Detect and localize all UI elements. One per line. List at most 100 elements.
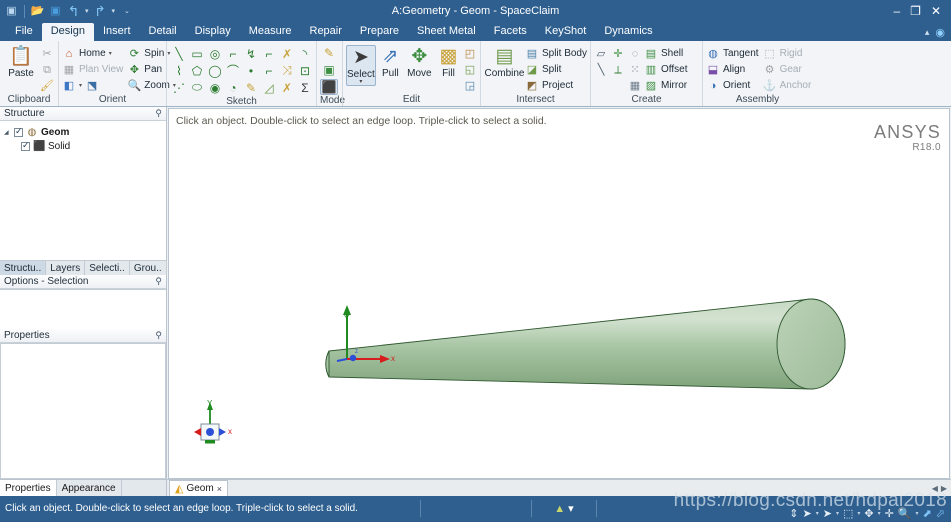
rectangle-icon[interactable]: ▭ (188, 45, 206, 62)
corner-arc-icon[interactable]: ⌐ (260, 62, 278, 79)
equation-icon[interactable]: Σ (296, 79, 314, 96)
structure-pin-icon[interactable]: ⚲ (155, 108, 162, 119)
polygon-icon[interactable]: ⬠ (188, 62, 206, 79)
slot-icon[interactable]: ⬭ (188, 79, 206, 96)
select-arrow2-dropdown-icon[interactable]: ▾ (836, 510, 839, 517)
solid-mode-icon[interactable]: ⬛ (320, 79, 338, 95)
options-pin-icon[interactable]: ⚲ (155, 276, 162, 287)
tab-sheet-metal[interactable]: Sheet Metal (408, 23, 485, 41)
select-arrow-icon[interactable]: ➤ (803, 507, 812, 520)
app-icon[interactable]: ▣ (4, 4, 19, 19)
redo-icon[interactable]: ↱ (93, 4, 108, 19)
shell-button[interactable]: ▤ Shell (644, 46, 688, 61)
pan-status-icon[interactable]: ✥ (864, 507, 873, 520)
spline-icon[interactable]: ↯ (242, 45, 260, 62)
trim-icon[interactable]: ✗ (278, 45, 296, 62)
pull-button[interactable]: ⇗ Pull (376, 45, 405, 79)
view-cube-button[interactable]: ◧ ▾ ⬔ (62, 78, 123, 93)
view-cube-dropdown-icon[interactable]: ▾ (79, 82, 82, 89)
tab-display[interactable]: Display (186, 23, 240, 41)
edit-sketch-icon[interactable]: ✎ (242, 79, 260, 96)
bottom-tab-properties[interactable]: Properties (0, 480, 57, 496)
select-arrow-dropdown-icon[interactable]: ▾ (816, 510, 819, 517)
units-warning-icon[interactable]: ▲ (554, 503, 565, 515)
tab-repair[interactable]: Repair (301, 23, 351, 41)
line-icon[interactable]: ╲ (170, 45, 188, 62)
expander-icon[interactable]: ◢ (4, 129, 11, 136)
spin-status-icon[interactable]: ⇕ (789, 507, 798, 520)
home-dropdown-icon[interactable]: ▾ (109, 50, 112, 57)
dock-tab-layers[interactable]: Layers (46, 261, 86, 275)
cylinder-model[interactable] (169, 109, 949, 479)
properties-pin-icon[interactable]: ⚲ (155, 330, 162, 341)
dock-tab-groups[interactable]: Grou.. (130, 261, 167, 275)
fill-button[interactable]: ▩ Fill (434, 45, 463, 79)
dock-tab-selection[interactable]: Selecti.. (85, 261, 130, 275)
tree-node-solid[interactable]: ⬛ Solid (4, 139, 166, 153)
plane-button[interactable]: ▱ (594, 46, 608, 61)
orient-assembly-button[interactable]: ◑ Orient (706, 78, 759, 93)
tab-prepare[interactable]: Prepare (351, 23, 408, 41)
copy-button[interactable]: ⧉ (40, 62, 54, 77)
select-arrow2-icon[interactable]: ➤ (823, 507, 832, 520)
pan-status-dropdown-icon[interactable]: ▾ (878, 510, 881, 517)
collapse-ribbon-icon[interactable]: ▴ (925, 27, 930, 38)
properties-grid[interactable] (0, 344, 166, 479)
pattern-circular-button[interactable]: ◌ (628, 46, 642, 61)
point-icon[interactable]: • (242, 62, 260, 79)
box-select-icon[interactable]: ⬚ (843, 507, 853, 520)
circle-icon[interactable]: ◎ (206, 45, 224, 62)
open-icon[interactable]: 📂 (30, 4, 45, 19)
graphics-viewport[interactable]: Click an object. Double-click to select … (168, 108, 950, 479)
rigid-button[interactable]: ⬚ Rigid (763, 46, 812, 61)
zoom-status-icon[interactable]: 🔍 (898, 507, 912, 520)
edit-extra-2-button[interactable]: ◱ (463, 62, 477, 77)
split-button[interactable]: ◪ Split (525, 62, 587, 77)
point-origin-button[interactable]: ✛ (611, 46, 625, 61)
fit-status-icon[interactable]: ⬈ (923, 507, 932, 520)
ellipse-center-icon[interactable]: ◉ (206, 79, 224, 96)
arc-icon[interactable]: ⌒ (224, 62, 242, 79)
axis-line-button[interactable]: ╲ (594, 62, 608, 77)
tangent-arc-icon[interactable]: ⌐ (224, 45, 242, 62)
plan-view-button[interactable]: ▦ Plan View (62, 62, 124, 77)
gear-button[interactable]: ⚙ Gear (763, 62, 812, 77)
tab-insert[interactable]: Insert (94, 23, 140, 41)
tab-detail[interactable]: Detail (140, 23, 186, 41)
help-icon[interactable]: ◉ (935, 26, 945, 39)
sweep-arc-icon[interactable]: ◝ (296, 45, 314, 62)
view-triad-widget[interactable] (185, 391, 255, 453)
offset-button[interactable]: ▥ Offset (644, 62, 688, 77)
tab-scroll-right-icon[interactable]: ▶ (941, 484, 947, 493)
split-body-button[interactable]: ▤ Split Body (525, 46, 587, 61)
sketch-mode-icon[interactable]: ✎ (320, 45, 338, 61)
project-button[interactable]: ◩ Project (525, 78, 587, 93)
units-dropdown-icon[interactable]: ▾ (568, 502, 574, 515)
format-painter-button[interactable]: 🖌 (40, 78, 54, 93)
coordinate-system-button[interactable]: ⟂ (611, 62, 625, 77)
orient-extra-icon[interactable]: ⬔ (85, 79, 99, 93)
close-button[interactable]: ✕ (931, 5, 941, 17)
structure-tree[interactable]: ◢ ◍ Geom ⬛ Solid (0, 121, 166, 260)
tangent-button[interactable]: ◍ Tangent (706, 46, 758, 61)
edit-extra-1-button[interactable]: ◰ (463, 46, 477, 61)
fillet-icon[interactable]: ◔ (224, 79, 242, 96)
solid-visibility-checkbox[interactable] (21, 140, 30, 151)
trim-away-icon[interactable]: ✗ (278, 79, 296, 96)
undo-dropdown-icon[interactable]: ▾ (84, 7, 90, 15)
tab-scroll-left-icon[interactable]: ◀ (932, 484, 938, 493)
undo-icon[interactable]: ↰ (66, 4, 81, 19)
ellipse-icon[interactable]: ◯ (206, 62, 224, 79)
combine-button[interactable]: ▤ Combine (484, 45, 525, 79)
document-tab-close-icon[interactable]: × (217, 484, 222, 494)
edit-extra-3-button[interactable]: ◲ (463, 78, 477, 93)
geom-visibility-checkbox[interactable] (14, 126, 23, 137)
customize-qat-icon[interactable]: ⌄ (123, 7, 131, 15)
expand-status-icon[interactable]: ⬀ (936, 507, 945, 520)
save-icon[interactable]: ▣ (48, 4, 63, 19)
home-button[interactable]: ⌂ Home ▾ (62, 46, 123, 61)
move-button[interactable]: ✥ Move (405, 45, 434, 79)
document-tab-geom[interactable]: ◭ Geom × (169, 480, 228, 496)
tab-measure[interactable]: Measure (240, 23, 301, 41)
mirror-button[interactable]: ▨ Mirror (644, 78, 688, 93)
